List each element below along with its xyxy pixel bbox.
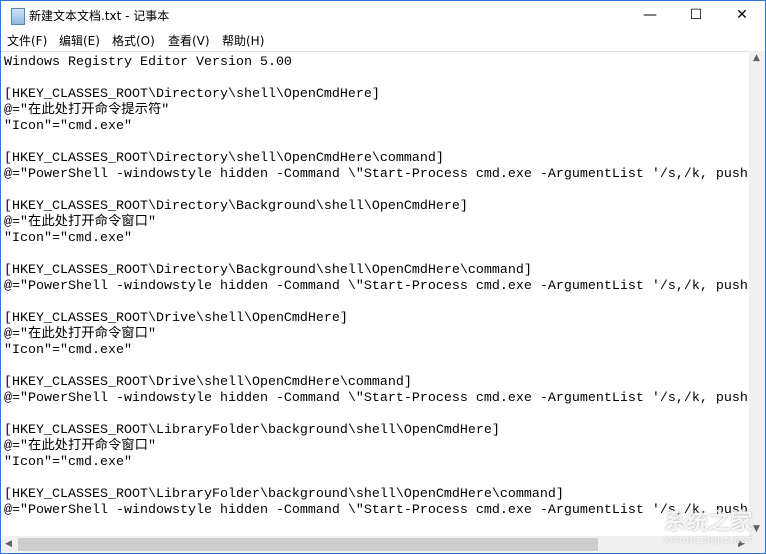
text-line: @="PowerShell -windowstyle hidden -Comma…	[4, 391, 748, 406]
minimize-button[interactable]: —	[627, 1, 673, 31]
text-line: [HKEY_CLASSES_ROOT\LibraryFolder\backgro…	[4, 423, 500, 438]
text-line: Windows Registry Editor Version 5.00	[4, 55, 292, 70]
text-line: [HKEY_CLASSES_ROOT\Directory\shell\OpenC…	[4, 151, 444, 166]
notepad-icon	[11, 8, 25, 25]
text-line: [HKEY_CLASSES_ROOT\Drive\shell\OpenCmdHe…	[4, 375, 412, 390]
scroll-down-icon[interactable]: ▼	[753, 524, 760, 534]
text-line: @="在此处打开命令窗口"	[4, 439, 156, 454]
text-line: [HKEY_CLASSES_ROOT\Directory\Background\…	[4, 263, 532, 278]
title-bar[interactable]: 新建文本文档.txt - 记事本 — ☐ ✕	[1, 1, 765, 31]
notepad-window: 新建文本文档.txt - 记事本 — ☐ ✕ 文件(F) 编辑(E) 格式(O)…	[0, 0, 766, 554]
maximize-button[interactable]: ☐	[673, 1, 719, 31]
watermark-main: 系统之家	[664, 510, 753, 535]
menu-format[interactable]: 格式(O)	[112, 32, 155, 49]
scroll-up-icon[interactable]: ▲	[753, 53, 760, 63]
close-button[interactable]: ✕	[719, 1, 765, 31]
menu-bar: 文件(F) 编辑(E) 格式(O) 查看(V) 帮助(H)	[1, 31, 765, 50]
horizontal-scrollbar[interactable]: ◀ ▶	[1, 536, 749, 553]
text-line: "Icon"="cmd.exe"	[4, 119, 132, 134]
window-title: 新建文本文档.txt - 记事本	[29, 9, 170, 23]
watermark-sub: XITONGZHIJIA.NET	[663, 536, 753, 545]
horizontal-scroll-thumb[interactable]	[18, 538, 598, 551]
menu-file[interactable]: 文件(F)	[7, 32, 47, 49]
text-editor[interactable]: Windows Registry Editor Version 5.00 [HKE…	[1, 51, 749, 537]
text-line: @="PowerShell -windowstyle hidden -Comma…	[4, 503, 748, 518]
text-line: [HKEY_CLASSES_ROOT\LibraryFolder\backgro…	[4, 487, 564, 502]
text-line: "Icon"="cmd.exe"	[4, 343, 132, 358]
text-line: [HKEY_CLASSES_ROOT\Directory\Background\…	[4, 199, 468, 214]
text-line: @="在此处打开命令窗口"	[4, 215, 156, 230]
text-line: [HKEY_CLASSES_ROOT\Directory\shell\OpenC…	[4, 87, 380, 102]
text-line: "Icon"="cmd.exe"	[4, 455, 132, 470]
text-line: @="在此处打开命令提示符"	[4, 103, 170, 118]
menu-edit[interactable]: 编辑(E)	[59, 32, 100, 49]
menu-view[interactable]: 查看(V)	[168, 32, 210, 49]
text-line: "Icon"="cmd.exe"	[4, 231, 132, 246]
text-line: @="PowerShell -windowstyle hidden -Comma…	[4, 167, 748, 182]
watermark: 系统之家 XITONGZHIJIA.NET	[663, 504, 753, 545]
text-line: @="在此处打开命令窗口"	[4, 327, 156, 342]
menu-help[interactable]: 帮助(H)	[222, 32, 264, 49]
text-line: [HKEY_CLASSES_ROOT\Drive\shell\OpenCmdHe…	[4, 311, 348, 326]
scroll-left-icon[interactable]: ◀	[5, 539, 12, 549]
vertical-scrollbar[interactable]: ▲ ▼	[749, 51, 765, 536]
text-line: @="PowerShell -windowstyle hidden -Comma…	[4, 279, 748, 294]
